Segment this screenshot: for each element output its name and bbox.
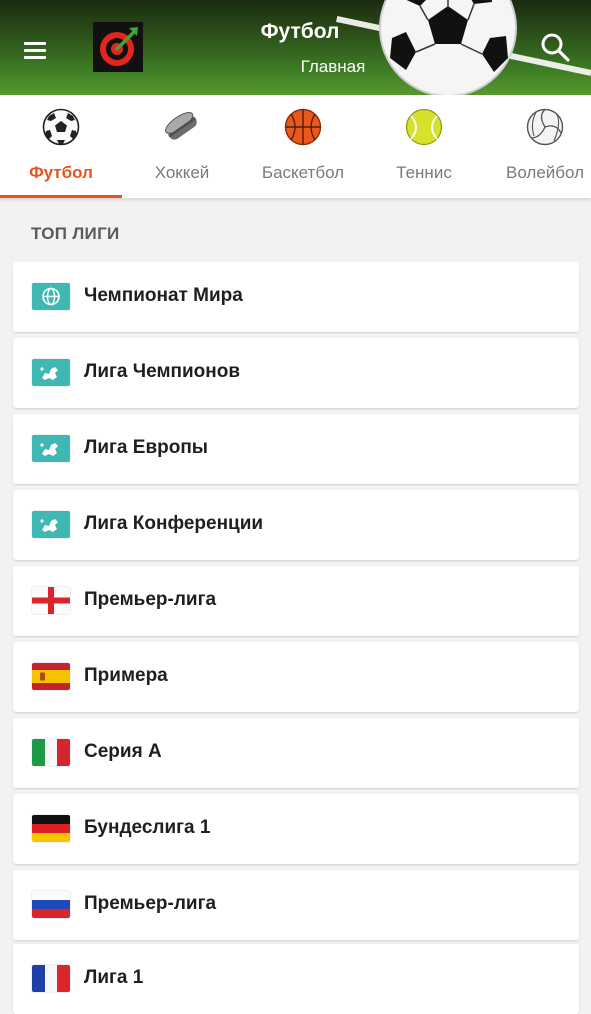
league-row[interactable]: Примера xyxy=(13,642,579,712)
league-name: Лига Европы xyxy=(84,437,209,458)
soccer-ball-banner-image xyxy=(378,0,518,95)
tab-hockey[interactable]: Хоккей xyxy=(121,95,243,198)
league-row[interactable]: Лига 1 xyxy=(13,944,579,1014)
tab-label: Футбол xyxy=(29,163,93,182)
league-row[interactable]: Премьер-лига xyxy=(13,870,579,940)
page-subtitle: Главная xyxy=(300,57,366,76)
league-name: Премьер-лига xyxy=(84,589,217,610)
league-row[interactable]: Премьер-лига xyxy=(13,566,579,636)
soccer-ball-icon xyxy=(42,108,80,146)
league-name: Бундеслига 1 xyxy=(84,817,211,838)
tab-football[interactable]: Футбол xyxy=(0,95,122,198)
app-header: Футбол Главная xyxy=(0,0,591,95)
italy-flag xyxy=(32,739,70,766)
league-row[interactable]: Лига Европы xyxy=(13,414,579,484)
world-icon xyxy=(32,283,70,310)
europe-icon xyxy=(32,359,70,386)
tab-volleyball[interactable]: Волейбол xyxy=(484,95,591,198)
hockey-puck-icon xyxy=(163,108,201,146)
active-tab-indicator xyxy=(0,195,122,198)
tab-label: Волейбол xyxy=(505,163,585,182)
russia-flag xyxy=(32,891,70,918)
section-title: ТОП ЛИГИ xyxy=(31,224,120,243)
league-name: Лига Конференции xyxy=(84,513,264,534)
hamburger-menu-icon[interactable] xyxy=(20,35,52,65)
tab-label: Теннис xyxy=(396,163,452,182)
tab-basketball[interactable]: Баскетбол xyxy=(242,95,364,198)
target-logo-icon[interactable] xyxy=(93,22,143,72)
europe-icon xyxy=(32,435,70,462)
tab-label: Баскетбол xyxy=(261,163,345,182)
league-row[interactable]: Чемпионат Мира xyxy=(13,262,579,332)
france-flag xyxy=(32,965,70,992)
europe-icon xyxy=(32,511,70,538)
league-row[interactable]: Бундеслига 1 xyxy=(13,794,579,864)
tab-label: Хоккей xyxy=(154,163,210,182)
league-name: Премьер-лига xyxy=(84,893,217,914)
spain-flag xyxy=(32,663,70,690)
league-name: Примера xyxy=(84,665,168,686)
tennis-ball-icon xyxy=(405,108,443,146)
germany-flag xyxy=(32,815,70,842)
tab-tennis[interactable]: Теннис xyxy=(363,95,485,198)
volleyball-icon xyxy=(526,108,564,146)
league-row[interactable]: Лига Чемпионов xyxy=(13,338,579,408)
basketball-icon xyxy=(284,108,322,146)
league-name: Чемпионат Мира xyxy=(84,285,243,306)
league-row[interactable]: Лига Конференции xyxy=(13,490,579,560)
page-title: Футбол xyxy=(260,20,340,43)
search-icon[interactable] xyxy=(538,30,572,64)
league-name: Серия А xyxy=(84,741,162,762)
league-row[interactable]: Серия А xyxy=(13,718,579,788)
england-flag xyxy=(32,587,70,614)
league-name: Лига Чемпионов xyxy=(84,361,241,382)
league-name: Лига 1 xyxy=(84,967,144,988)
sport-tabs: Футбол Хоккей Баскетбол Теннис Волейбол xyxy=(0,95,591,198)
